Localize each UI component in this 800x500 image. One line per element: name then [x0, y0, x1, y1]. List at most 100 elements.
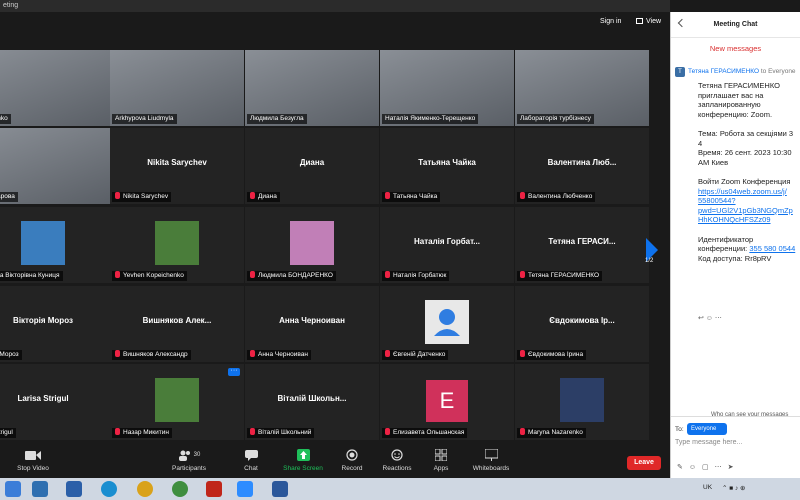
participant-label: я Захарова	[0, 192, 18, 202]
participant-tile[interactable]: Людмила Безугла	[245, 50, 379, 126]
participant-tile[interactable]: Nikita Sarychev Nikita Sarychev	[110, 128, 244, 204]
meeting-link[interactable]: pwd=UGl2V1pGb3NGQmZp	[698, 206, 793, 215]
participant-tile[interactable]: Nikitenko	[0, 50, 110, 126]
participant-tile[interactable]: Лабораторія турбізнесу	[515, 50, 649, 126]
message-line[interactable]: HhKOHNQcHFSZz09	[698, 215, 800, 225]
save-disk-icon[interactable]	[66, 481, 82, 497]
profile-picture	[290, 221, 334, 265]
participant-tile[interactable]: Валентина Люб... Валентина Любченко	[515, 128, 649, 204]
participant-tile[interactable]: E Елизавета Ольшанская	[380, 364, 514, 440]
participant-tile[interactable]: Maryna Nazarenko	[515, 364, 649, 440]
tray-icons[interactable]: ⌃ ■ ♪ ⊕	[722, 484, 746, 492]
chrome-profile-icon[interactable]	[172, 481, 188, 497]
stop-video-button[interactable]: Stop Video	[6, 448, 60, 472]
participant-tile[interactable]: Євдокимова Ір... Євдокимова Ірина	[515, 286, 649, 362]
participant-tile[interactable]: Наталія Якименко-Терещенко	[380, 50, 514, 126]
participant-tile[interactable]: Yevhen Kopeichenko	[110, 207, 244, 283]
apps-button[interactable]: Apps	[414, 448, 468, 472]
participant-tile[interactable]: Татьяна Чайка Татьяна Чайка	[380, 128, 514, 204]
participant-label: рія Мороз	[0, 350, 22, 360]
participant-name-center: Татьяна Чайка	[418, 158, 476, 167]
participant-label-text: Yevhen Kopeichenko	[123, 272, 184, 279]
message-line: Войти Zoom Конференция	[698, 176, 791, 186]
more-options-icon[interactable]: ···	[228, 367, 240, 376]
muted-mic-icon	[115, 350, 120, 357]
participant-label-text: Людмила БОНДАРЕНКО	[258, 272, 333, 279]
sender-name: Тетяна ГЕРАСИМЕНКО	[688, 68, 760, 75]
participant-tile[interactable]: Larisa Strigul a Strigul	[0, 364, 110, 440]
participant-label-text: Наталія Якименко-Терещенко	[385, 115, 476, 122]
participant-label: Наталія Горбатюк	[382, 271, 450, 281]
participant-tile[interactable]: Євгеній Датченко	[380, 286, 514, 362]
file-icon[interactable]	[32, 481, 48, 497]
next-page-arrow-icon[interactable]	[636, 230, 666, 270]
message-line: конференции: 355 580 0544	[698, 244, 796, 254]
language-indicator[interactable]: UK	[703, 484, 712, 491]
muted-mic-icon	[385, 192, 390, 199]
recipient-dropdown[interactable]: Everyone	[687, 423, 727, 435]
message-line: приглашает вас на	[698, 90, 764, 100]
participant-tile[interactable]: Наталія Горбат... Наталія Горбатюк	[380, 207, 514, 283]
sign-in-button[interactable]: Sign in	[600, 18, 621, 25]
edge-icon[interactable]	[101, 481, 117, 497]
whiteboards-button[interactable]: Whiteboards	[464, 448, 518, 472]
chat-header: Meeting Chat	[671, 12, 800, 38]
participant-tile[interactable]: Віталій Школьн... Віталій Школьний	[245, 364, 379, 440]
meeting-link[interactable]: HhKOHNQcHFSZz09	[698, 215, 771, 224]
leave-button[interactable]: Leave	[627, 456, 661, 470]
muted-mic-icon	[115, 192, 120, 199]
participant-label: Валентина Любченко	[517, 192, 596, 202]
message-line: Идентификатор	[698, 234, 754, 244]
share-screen-button[interactable]: Share Screen	[276, 448, 330, 472]
chat-compose: To: Everyone Type message here... ✎☺▢⋯➤	[671, 416, 800, 478]
participant-label: Назар Микитин	[112, 428, 172, 438]
participant-tile[interactable]: Вишняков Алек... Вишняков Александр	[110, 286, 244, 362]
apps-label: Apps	[433, 465, 449, 472]
chrome-icon[interactable]	[137, 481, 153, 497]
meeting-link[interactable]: 55800544?	[698, 196, 736, 205]
compose-icons[interactable]: ✎☺▢⋯➤	[677, 463, 740, 471]
participant-tile[interactable]: Тетяна ГЕРАСИ... Тетяна ГЕРАСИМЕНКО	[515, 207, 649, 283]
message-actions[interactable]: ↩ ☺ ⋯	[698, 314, 722, 322]
grid-icon	[636, 18, 643, 25]
word-icon[interactable]	[272, 481, 288, 497]
participants-button[interactable]: 30 Participants	[162, 448, 216, 472]
message-line[interactable]: https://us04web.zoom.us/j/	[698, 187, 800, 197]
message-line: AM Киев	[698, 157, 729, 167]
participant-name-center: Вікторія Мороз	[13, 316, 73, 325]
participant-tile[interactable]: я Захарова	[0, 128, 110, 204]
participant-name-center: Тетяна ГЕРАСИ...	[548, 237, 616, 246]
view-button[interactable]: View	[636, 18, 661, 25]
muted-mic-icon	[385, 350, 390, 357]
profile-picture	[560, 378, 604, 422]
acrobat-icon[interactable]	[206, 481, 222, 497]
message-line: Код доступа: Rr8pRV	[698, 253, 772, 263]
message-line[interactable]: 55800544?	[698, 196, 800, 206]
participant-label-text: a Strigul	[0, 429, 13, 436]
participant-tile[interactable]: ··· Назар Микитин	[110, 364, 244, 440]
new-messages-banner[interactable]: New messages	[671, 44, 800, 53]
record-label: Record	[341, 465, 363, 472]
windows-start-icon[interactable]	[5, 481, 21, 497]
participant-label-text: Arkhypova Liudmyla	[115, 115, 174, 122]
participant-label-text: Лабораторія турбізнесу	[520, 115, 591, 122]
participant-label-text: Вишняков Александр	[123, 351, 188, 358]
participants-count: 30	[193, 452, 201, 458]
participant-tile[interactable]: рина Вікторівна Куниця	[0, 207, 110, 283]
message-body: Тетяна ГЕРАСИМЕНКО приглашает вас на запла…	[698, 81, 800, 311]
zoom-icon[interactable]	[237, 481, 253, 497]
letter-avatar: E	[426, 380, 468, 422]
chat-button[interactable]: Chat	[224, 448, 278, 472]
collapse-chevron-icon[interactable]	[677, 18, 687, 28]
participant-tile[interactable]: Анна Черноиван Анна Черноиван	[245, 286, 379, 362]
meeting-id-link[interactable]: 355 580 0544	[749, 244, 795, 253]
message-input[interactable]: Type message here...	[675, 439, 742, 446]
participant-tile[interactable]: Arkhypova Liudmyla	[110, 50, 244, 126]
participant-tile[interactable]: Людмила БОНДАРЕНКО	[245, 207, 379, 283]
participant-tile[interactable]: Вікторія Мороз рія Мороз	[0, 286, 110, 362]
participant-tile[interactable]: Диана Диана	[245, 128, 379, 204]
participant-label-text: рія Мороз	[0, 351, 19, 358]
meeting-link[interactable]: https://us04web.zoom.us/j/	[698, 187, 787, 196]
participant-label: Nikitenko	[0, 114, 11, 124]
message-line[interactable]: pwd=UGl2V1pGb3NGQmZp	[698, 206, 800, 216]
